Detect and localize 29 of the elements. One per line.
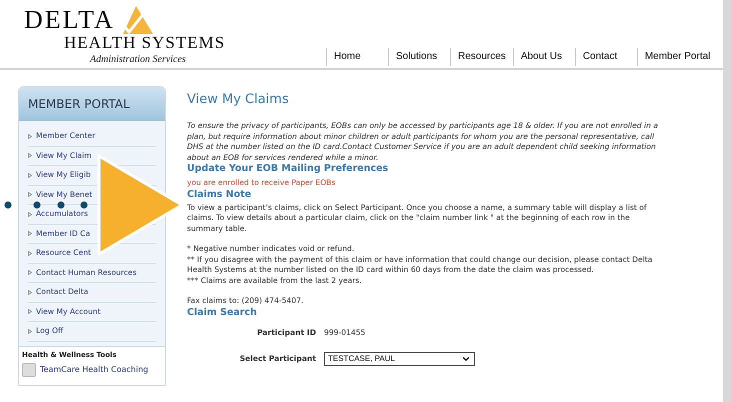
bullet-icon: [28, 328, 32, 334]
coaching-icon: [22, 363, 36, 377]
bullet-icon: [28, 212, 32, 217]
logo-tagline: Administration Services: [88, 53, 187, 67]
logo-subtitle: HEALTH SYSTEMS: [63, 34, 226, 52]
bullet-icon: [28, 172, 32, 178]
bullet-icon: [28, 153, 32, 158]
bullet-icon: [28, 309, 32, 314]
nav-link[interactable]: Member Portal: [636, 48, 718, 66]
bullet-icon: [28, 134, 32, 139]
nav-link[interactable]: Contact: [574, 48, 637, 66]
chevron-down-icon: [461, 354, 471, 364]
page-title: View My Claims: [187, 92, 290, 108]
nav-link[interactable]: Home: [326, 48, 388, 66]
participant-dropdown[interactable]: TESTCASE, PAUL: [324, 352, 475, 366]
bullet-icon: [28, 231, 32, 236]
bullet-icon: [28, 270, 32, 276]
bullet-icon: [28, 250, 32, 256]
logo-brand: DELTA: [24, 6, 115, 34]
tool-link[interactable]: TeamCare Health Coaching: [22, 363, 162, 377]
bullet-icon: [28, 290, 32, 295]
nav-link[interactable]: About Us: [512, 48, 575, 66]
notes-heading: Claims Note: [187, 188, 252, 200]
nav-link[interactable]: Solutions: [388, 48, 450, 66]
sidebar-title: MEMBER PORTAL: [28, 96, 130, 113]
mailing-preferences-link[interactable]: Update Your EOB Mailing Preferences: [187, 163, 667, 175]
bullet-icon: [28, 192, 32, 198]
search-heading: Claim Search: [187, 306, 258, 318]
nav-link[interactable]: Resources: [450, 48, 513, 66]
